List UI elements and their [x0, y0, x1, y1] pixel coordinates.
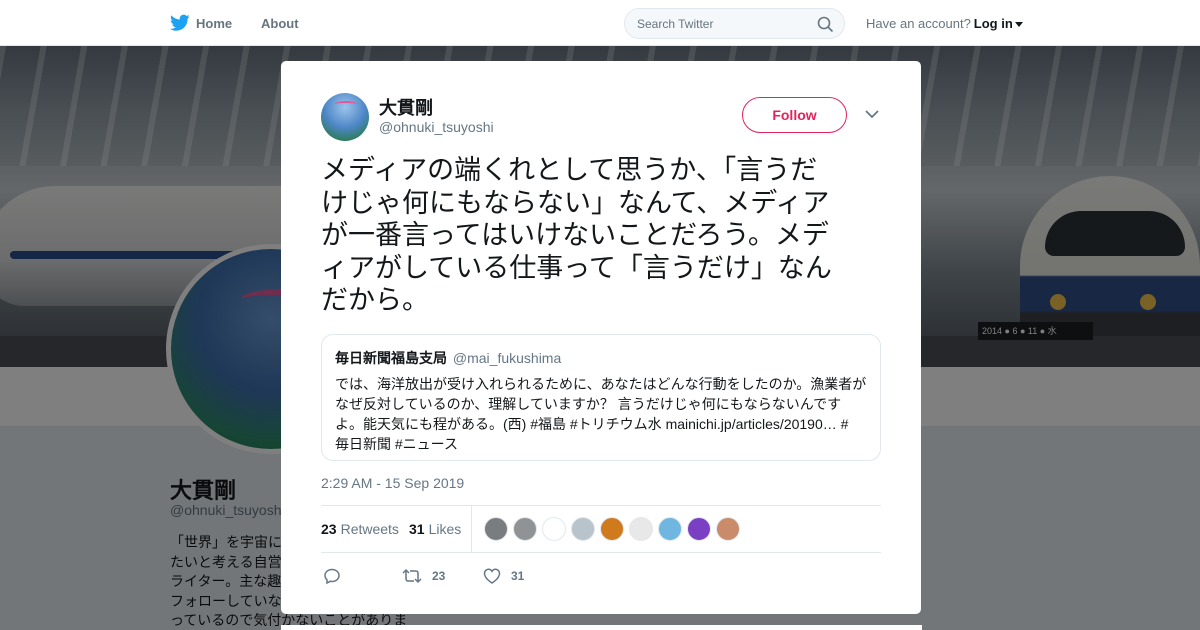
tweet-timestamp[interactable]: 2:29 AM - 15 Sep 2019	[321, 475, 464, 491]
close-icon[interactable]	[1154, 12, 1180, 38]
liker-avatar[interactable]	[687, 517, 711, 541]
heart-icon	[483, 568, 501, 584]
likes-label: Likes	[428, 521, 462, 537]
likes-stat[interactable]: 31 Likes	[409, 506, 461, 552]
like-button[interactable]: 31	[483, 564, 524, 588]
tweet-text-line: ィアがしている仕事って「言うだけ」なん	[321, 252, 832, 283]
quote-body-line: よ。能天気にも程がある。(西) #福島 #トリチウム水 mainichi.jp/…	[335, 416, 849, 432]
liker-avatar[interactable]	[600, 517, 624, 541]
retweet-button[interactable]: 23	[402, 564, 445, 588]
tweet-actions: 23 31	[321, 564, 881, 588]
quoted-tweet[interactable]: 毎日新聞福島支局 @mai_fukushima では、海洋放出が受け入れられるた…	[321, 334, 881, 461]
liker-avatar[interactable]	[484, 517, 508, 541]
search-placeholder: Search Twitter	[637, 16, 714, 31]
quote-author-name: 毎日新聞福島支局	[335, 350, 447, 366]
twitter-bird-icon	[170, 14, 190, 31]
retweets-label: Retweets	[340, 521, 399, 537]
tweet-text-line: けじゃ何にもならない」なんて、メディア	[321, 187, 830, 218]
author-handle[interactable]: @ohnuki_tsuyoshi	[379, 119, 494, 135]
quote-author-handle: @mai_fukushima	[452, 350, 562, 366]
tweet-text-line: メディアの端くれとして思うか、「言うだ	[321, 155, 818, 185]
nav-about[interactable]: About	[261, 0, 299, 46]
quote-body-line: なぜ反対しているのか、理解していますか？ 言うだけじゃ何にもならないんです	[335, 396, 842, 412]
retweets-stat[interactable]: 23 Retweets	[321, 506, 399, 552]
liker-avatar[interactable]	[716, 517, 740, 541]
follow-button[interactable]: Follow	[742, 97, 847, 133]
nav-home-label: Home	[196, 15, 233, 31]
login-link[interactable]: Log in	[974, 16, 1013, 31]
search-input[interactable]: Search Twitter	[624, 8, 845, 39]
quote-body-line: では、海洋放出が受け入れられるために、あなたはどんな行動をしたのか。漁業者が	[335, 376, 867, 392]
reply-icon	[324, 568, 340, 585]
quote-header: 毎日新聞福島支局 @mai_fukushima	[335, 348, 867, 368]
login-area: Have an account? Log in	[866, 0, 1023, 46]
top-nav: Home About Search Twitter Have an accoun…	[0, 0, 1200, 46]
tweet-text-line: だから。	[321, 285, 429, 315]
reply-button[interactable]	[323, 564, 351, 588]
retweets-count: 23	[321, 521, 337, 537]
liker-avatars	[484, 517, 745, 541]
tweet-text-line: が一番言ってはいけないことだろう。メデ	[321, 220, 829, 250]
chevron-down-icon[interactable]	[865, 109, 879, 119]
liker-avatar[interactable]	[658, 517, 682, 541]
liker-avatar[interactable]	[513, 517, 537, 541]
chevron-down-icon[interactable]	[1014, 21, 1023, 27]
tweet-text: メディアの端くれとして思うか、「言うだ けじゃ何にもならない」なんて、メディア …	[321, 154, 881, 317]
quote-body-line: 毎日新聞 #ニュース	[335, 436, 458, 452]
liker-avatar[interactable]	[571, 517, 595, 541]
author-name[interactable]: 大貫剛	[379, 94, 433, 120]
liker-avatar[interactable]	[629, 517, 653, 541]
avatar-glider	[335, 101, 357, 107]
tweet-modal: 大貫剛 @ohnuki_tsuyoshi Follow メディアの端くれとして思…	[281, 61, 921, 614]
quote-body: では、海洋放出が受け入れられるために、あなたはどんな行動をしたのか。漁業者が な…	[335, 374, 867, 454]
stats-divider	[471, 506, 472, 552]
retweet-action-count: 23	[432, 569, 446, 583]
have-account-text: Have an account?	[866, 15, 971, 31]
author-avatar[interactable]	[321, 93, 369, 141]
liker-avatar[interactable]	[542, 517, 566, 541]
tweet-stats: 23 Retweets 31 Likes	[321, 505, 881, 553]
search-icon[interactable]	[817, 16, 834, 33]
retweet-icon	[402, 568, 422, 584]
likes-count: 31	[409, 521, 425, 537]
nav-home[interactable]: Home	[170, 0, 232, 46]
like-action-count: 31	[511, 569, 525, 583]
next-panel-edge	[281, 625, 922, 630]
